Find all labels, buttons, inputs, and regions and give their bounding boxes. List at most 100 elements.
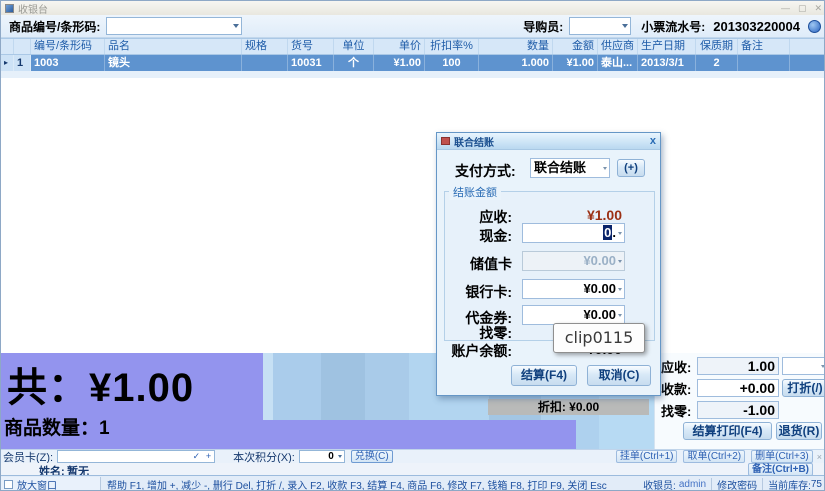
swirl-icon[interactable]	[808, 20, 821, 33]
received-field[interactable]: +0.00	[697, 379, 779, 397]
cell-qty: 1.000	[479, 55, 553, 71]
header-filler	[790, 39, 825, 54]
pay-method-label: 支付方式:	[455, 161, 516, 181]
discount-strip: 折扣: ¥0.00	[488, 399, 649, 415]
cancel-button[interactable]: 取消(C)	[587, 365, 651, 386]
grid-empty-strip	[1, 71, 825, 78]
chevron-down-icon[interactable]	[603, 167, 607, 170]
header-remark[interactable]: 备注	[738, 39, 790, 54]
close-icon[interactable]: ✕	[814, 3, 822, 14]
cell-unit: 个	[334, 55, 374, 71]
app-icon	[5, 4, 14, 13]
header-marker	[1, 39, 14, 54]
qty-value: 1	[99, 418, 110, 439]
chevron-down-icon[interactable]	[338, 455, 342, 458]
purple-band	[263, 420, 576, 449]
payment-mini-combo[interactable]	[782, 357, 825, 375]
panel-close-icon[interactable]: ×	[817, 452, 822, 462]
chevron-down-icon[interactable]	[618, 288, 622, 291]
barcode-label: 商品编号/条形码:	[9, 18, 100, 35]
guide-input[interactable]	[570, 18, 630, 34]
header-price[interactable]: 单价	[374, 39, 425, 54]
stored-card-label: 储值卡	[447, 254, 512, 274]
header-proddate[interactable]: 生产日期	[638, 39, 696, 54]
cell-proddate: 2013/3/1	[638, 55, 696, 71]
stored-card-value: ¥0.00	[583, 253, 616, 268]
settle-button[interactable]: 结算(F4)	[511, 365, 577, 386]
receivable-label: 应收:	[661, 357, 697, 376]
cell-remark	[738, 55, 790, 71]
qty-line: 商品数量：1	[4, 413, 110, 440]
voucher-field[interactable]: ¥0.00	[522, 305, 625, 325]
header-supplier[interactable]: 供应商	[598, 39, 638, 54]
bottom-panel: 共：¥1.00 商品数量：1 折扣: ¥0.00 应收: 1.00 收款: +0…	[1, 353, 825, 449]
cell-spec	[242, 55, 288, 71]
change-password-link[interactable]: 修改密码	[717, 477, 757, 491]
dialog-close-icon[interactable]: x	[650, 136, 656, 146]
receivable-field: 1.00	[697, 357, 779, 375]
add-payment-button[interactable]: (+)	[617, 159, 645, 177]
zoom-window-toggle[interactable]: 放大窗口	[1, 477, 101, 491]
exchange-button[interactable]: 兑换(C)	[351, 450, 393, 463]
delete-order-button[interactable]: 删单(Ctrl+3)	[751, 450, 813, 463]
window-title: 收银台	[18, 1, 48, 16]
header-itemno[interactable]: 货号	[288, 39, 334, 54]
member-bar: 会员卡(Z): ✓ + 本次积分(X): 0 兑换(C) 挂单(Ctrl+1) …	[1, 449, 825, 463]
bank-card-field[interactable]: ¥0.00	[522, 279, 625, 299]
received-label: 收款:	[661, 379, 697, 398]
shortcut-hints: 帮助 F1, 增加 +, 减少 -, 删行 Del, 打折 /, 录入 F2, …	[107, 477, 607, 491]
header-shelflife[interactable]: 保质期	[696, 39, 738, 54]
barcode-combo[interactable]	[106, 17, 242, 35]
chevron-down-icon[interactable]	[233, 24, 239, 28]
bank-card-label: 银行卡:	[447, 282, 512, 302]
header-discount[interactable]: 折扣率%	[425, 39, 479, 54]
hold-order-button[interactable]: 挂单(Ctrl+1)	[616, 450, 678, 463]
header-amount[interactable]: 金额	[553, 39, 598, 54]
points-value: 0	[328, 451, 334, 462]
titlebar[interactable]: 收银台 — ▢ ✕	[1, 1, 825, 15]
cell-itemno: 10031	[288, 55, 334, 71]
chevron-down-icon[interactable]	[821, 365, 825, 368]
dlg-receivable-value: ¥1.00	[522, 207, 622, 223]
discount-button[interactable]: 打折(/)	[782, 379, 825, 397]
table-row[interactable]: ▸ 1 1003 镜头 10031 个 ¥1.00 100 1.000 ¥1.0…	[1, 55, 825, 71]
cash-label: 现金:	[447, 226, 512, 246]
cell-discount: 100	[425, 55, 479, 71]
statusbar: 放大窗口 帮助 F1, 增加 +, 减少 -, 删行 Del, 打折 /, 录入…	[1, 475, 825, 491]
header-name[interactable]: 品名	[105, 39, 242, 54]
maximize-icon[interactable]: ▢	[798, 3, 807, 14]
settle-print-button[interactable]: 结算打印(F4)	[683, 422, 772, 440]
pay-method-value: 联合结账	[534, 160, 586, 175]
pos-window: 收银台 — ▢ ✕ 商品编号/条形码: 导购员: 小票流水号: 20130322…	[0, 0, 825, 491]
return-button[interactable]: 退货(R)	[776, 422, 822, 440]
change-label: 找零:	[661, 401, 697, 420]
minimize-icon[interactable]: —	[781, 3, 790, 14]
qty-label: 商品数量：	[4, 418, 99, 439]
tooltip: clip0115	[553, 323, 645, 353]
cash-value: 0	[603, 225, 612, 240]
chevron-down-icon[interactable]	[618, 232, 622, 235]
header-qty[interactable]: 数量	[479, 39, 553, 54]
guide-label: 导购员:	[523, 18, 563, 35]
dlg-change-label: 找零:	[447, 323, 512, 343]
dialog-titlebar[interactable]: 联合结账 x	[437, 133, 660, 150]
chevron-down-icon[interactable]	[622, 24, 628, 28]
group-label: 结账金额	[449, 184, 501, 200]
header-unit[interactable]: 单位	[334, 39, 374, 54]
member-card-combo[interactable]: ✓ +	[57, 450, 215, 463]
chevron-down-icon[interactable]	[618, 314, 622, 317]
guide-combo[interactable]	[569, 17, 631, 35]
table-header: 编号/条形码 品名 规格 货号 单位 单价 折扣率% 数量 金额 供应商 生产日…	[1, 38, 825, 55]
total-value: ¥1.00	[89, 366, 194, 410]
points-field[interactable]: 0	[299, 450, 345, 463]
header-code[interactable]: 编号/条形码	[31, 39, 105, 54]
checkbox-icon[interactable]	[4, 480, 13, 489]
pay-method-combo[interactable]: 联合结账	[530, 158, 610, 178]
cash-field[interactable]: 0.	[522, 223, 625, 243]
take-order-button[interactable]: 取单(Ctrl+2)	[683, 450, 745, 463]
plus-icon[interactable]: +	[206, 451, 211, 461]
barcode-input[interactable]	[107, 18, 241, 34]
check-icon[interactable]: ✓	[193, 451, 201, 462]
discount-value: ¥0.00	[569, 400, 599, 414]
header-spec[interactable]: 规格	[242, 39, 288, 54]
